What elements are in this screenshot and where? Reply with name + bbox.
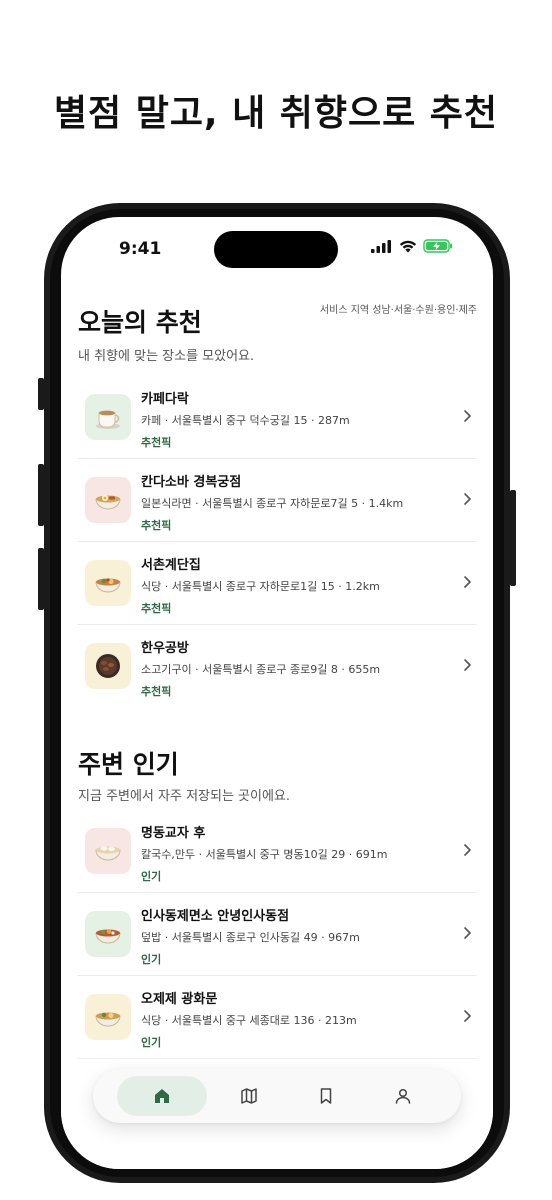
place-name: 칸다소바 경복궁점	[141, 475, 242, 490]
popular-subtitle: 지금 주변에서 자주 저장되는 곳이에요.	[78, 789, 291, 804]
recommend-list: 카페다락 카페 · 서울특별시 중구 덕수궁길 15 · 287m 추천픽 칸다…	[77, 376, 477, 708]
place-meta: 식당 · 서울특별시 중구 세종대로 136 · 213m	[141, 1014, 357, 1027]
profile-icon	[395, 1088, 410, 1104]
food-bowl-icon	[95, 1012, 121, 1027]
recommend-subtitle: 내 취향에 맞는 장소를 모았어요.	[78, 349, 255, 364]
dumpling-bowl-icon	[95, 846, 121, 861]
place-thumbnail	[85, 394, 131, 440]
place-meta: 소고기구이 · 서울특별시 종로구 종로9길 8 · 655m	[141, 663, 381, 676]
grilled-beef-icon	[96, 654, 120, 678]
list-item[interactable]: 명동교자 후 칼국수,만두 · 서울특별시 중구 명동10길 29 · 691m…	[77, 810, 477, 893]
coffee-cup-icon	[96, 410, 120, 429]
place-name: 명동교자 후	[141, 826, 206, 841]
list-item[interactable]: 한우공방 소고기구이 · 서울특별시 종로구 종로9길 8 · 655m 추천픽	[77, 625, 477, 708]
chevron-right-icon[interactable]	[457, 406, 477, 426]
chevron-right-icon[interactable]	[457, 489, 477, 509]
phone-power-button	[510, 490, 516, 586]
popular-title: 주변 인기	[78, 750, 179, 779]
place-tag: 추천픽	[141, 519, 172, 532]
place-tag: 추천픽	[141, 685, 172, 698]
place-name: 오제제 광화문	[141, 992, 218, 1007]
place-thumbnail	[85, 828, 131, 874]
chevron-right-icon[interactable]	[457, 923, 477, 943]
list-item[interactable]: 인사동제면소 안녕인사동점 덮밥 · 서울특별시 종로구 인사동길 49 · 9…	[77, 893, 477, 976]
status-time: 9:41	[119, 239, 162, 259]
ramen-bowl-icon	[95, 495, 121, 510]
dynamic-island	[214, 231, 338, 268]
place-meta: 일본식라면 · 서울특별시 종로구 자하문로7길 5 · 1.4km	[141, 497, 404, 510]
list-item[interactable]: 서촌계단집 식당 · 서울특별시 종로구 자하문로1길 15 · 1.2km 추…	[77, 542, 477, 625]
place-name: 인사동제면소 안녕인사동점	[141, 909, 290, 924]
tab-saved[interactable]	[291, 1076, 361, 1116]
place-tag: 인기	[141, 870, 162, 883]
place-thumbnail	[85, 911, 131, 957]
bookmark-icon	[320, 1088, 331, 1104]
chevron-right-icon[interactable]	[457, 655, 477, 675]
wifi-icon	[399, 240, 417, 252]
popular-list: 명동교자 후 칼국수,만두 · 서울특별시 중구 명동10길 29 · 691m…	[77, 810, 477, 1059]
place-thumbnail	[85, 643, 131, 689]
place-tag: 인기	[141, 953, 162, 966]
battery-charging-icon	[423, 239, 452, 253]
cellular-signal-icon	[371, 239, 391, 253]
tab-home[interactable]	[116, 1076, 207, 1116]
place-name: 한우공방	[141, 641, 189, 656]
place-meta: 카페 · 서울특별시 중구 덕수궁길 15 · 287m	[141, 414, 350, 427]
promo-headline: 별점 말고, 내 취향으로 추천	[53, 93, 499, 134]
tab-profile[interactable]	[368, 1076, 438, 1116]
service-area-label: 서비스 지역 성남·서울·수원·용인·제주	[319, 305, 477, 316]
place-meta: 덮밥 · 서울특별시 종로구 인사동길 49 · 967m	[141, 931, 360, 944]
place-name: 카페다락	[141, 392, 189, 407]
place-name: 서촌계단집	[141, 558, 201, 573]
place-meta: 식당 · 서울특별시 종로구 자하문로1길 15 · 1.2km	[141, 580, 380, 593]
home-icon	[154, 1089, 169, 1103]
chevron-right-icon[interactable]	[457, 1006, 477, 1026]
chevron-right-icon[interactable]	[457, 840, 477, 860]
place-tag: 추천픽	[141, 602, 172, 615]
place-thumbnail	[85, 994, 131, 1040]
place-thumbnail	[85, 560, 131, 606]
list-item[interactable]: 카페다락 카페 · 서울특별시 중구 덕수궁길 15 · 287m 추천픽	[77, 376, 477, 459]
recommend-title: 오늘의 추천	[78, 308, 202, 337]
chevron-right-icon[interactable]	[457, 572, 477, 592]
phone-screen: 9:41 오늘의 추천 서비스 지역 성남·서울·수원·용인·제주 내 취향에 …	[61, 217, 493, 1169]
map-icon	[240, 1088, 257, 1104]
tab-map[interactable]	[214, 1076, 284, 1116]
rice-bowl-icon	[95, 929, 121, 944]
place-tag: 추천픽	[141, 436, 172, 449]
bottom-tab-bar	[93, 1069, 461, 1123]
food-bowl-icon	[95, 578, 121, 593]
place-meta: 칼국수,만두 · 서울특별시 중구 명동10길 29 · 691m	[141, 848, 388, 861]
status-icons	[371, 239, 453, 253]
list-item[interactable]: 칸다소바 경복궁점 일본식라면 · 서울특별시 종로구 자하문로7길 5 · 1…	[77, 459, 477, 542]
place-thumbnail	[85, 477, 131, 523]
